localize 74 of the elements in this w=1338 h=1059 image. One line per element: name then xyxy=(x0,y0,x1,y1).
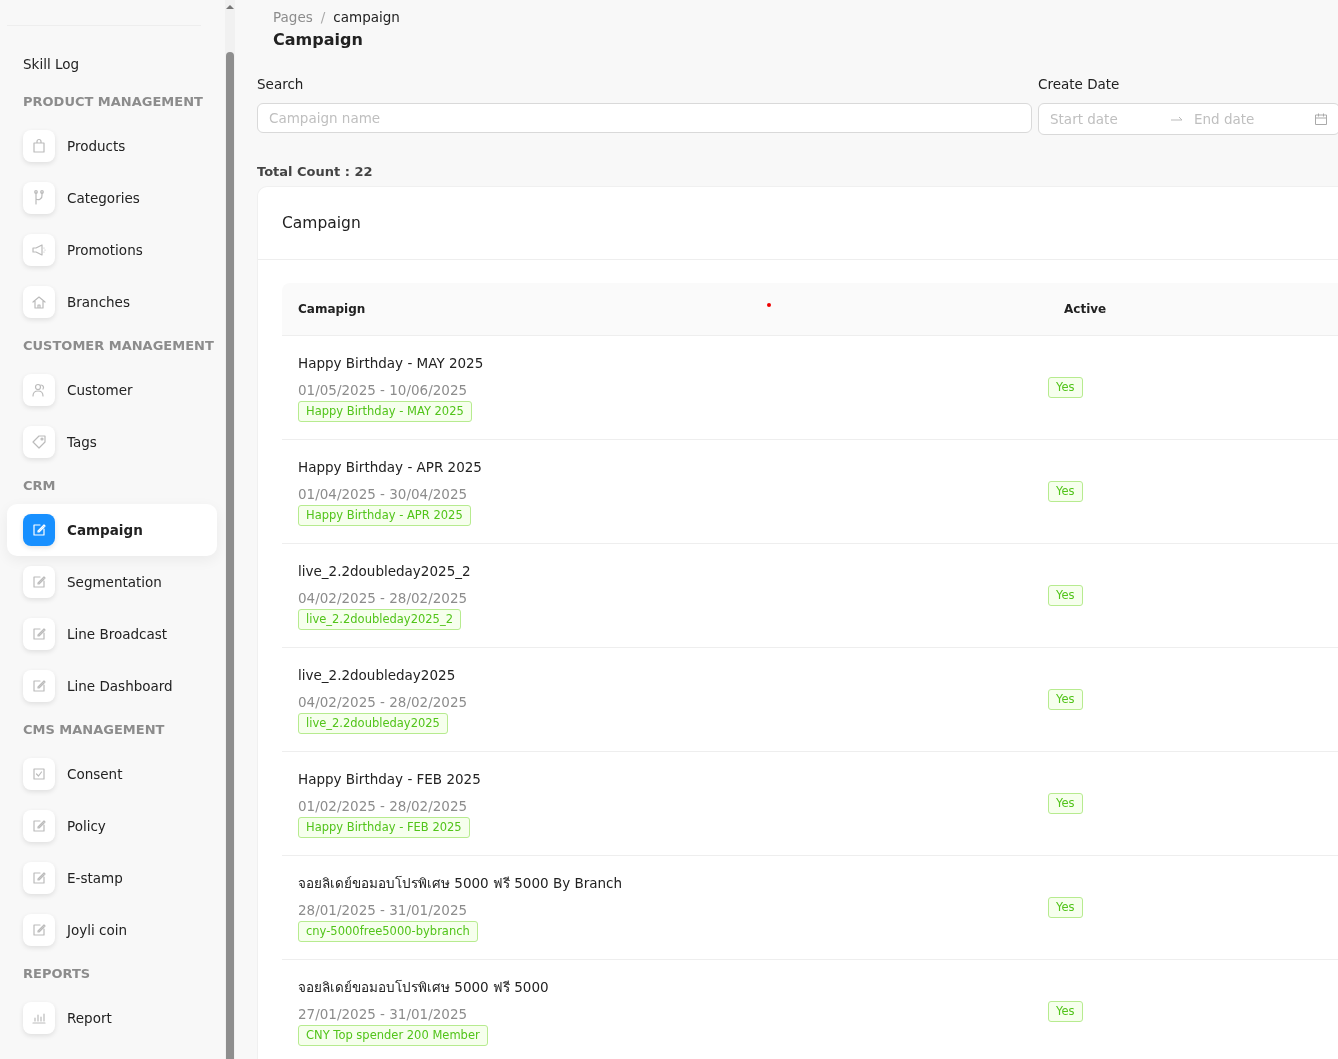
date-range: 28/01/2025 - 31/01/2025 xyxy=(298,901,469,919)
sidebar-item[interactable]: Customer xyxy=(7,364,217,416)
active-tag: Yes xyxy=(1048,585,1083,606)
campaign-name: live_2.2doubleday2025_2 xyxy=(298,562,472,580)
sidebar-item[interactable]: Joyli coin xyxy=(7,904,217,956)
active-tag: Yes xyxy=(1048,481,1083,502)
edit-icon xyxy=(30,521,48,539)
sidebar-item[interactable]: Categories xyxy=(7,172,217,224)
campaign-tag: Happy Birthday - FEB 2025 xyxy=(298,817,470,838)
campaign-tag: Happy Birthday - APR 2025 xyxy=(298,505,471,526)
campaign-name: Happy Birthday - FEB 2025 xyxy=(298,770,482,788)
section-heading: REPORTS xyxy=(22,965,92,983)
section-heading: CRM xyxy=(22,477,57,495)
edit-icon xyxy=(30,869,48,887)
sidebar-item[interactable]: Tags xyxy=(7,416,217,468)
sidebar-item[interactable]: Line Dashboard xyxy=(7,660,217,712)
date-range: 01/05/2025 - 10/06/2025 xyxy=(298,381,469,399)
active-tag: Yes xyxy=(1048,793,1083,814)
sidebar-item[interactable]: Report xyxy=(7,992,217,1044)
date-range: 04/02/2025 - 28/02/2025 xyxy=(298,693,469,711)
campaign-name: Happy Birthday - MAY 2025 xyxy=(298,354,485,372)
active-tag: Yes xyxy=(1048,1001,1083,1022)
campaign-name: จอยลิเดย์ขอมอบโปรพิเศษ 5000 ฟรี 5000 xyxy=(298,978,550,996)
card-title: Campaign xyxy=(282,214,361,232)
tag-icon xyxy=(30,433,48,451)
date-range: 01/02/2025 - 28/02/2025 xyxy=(298,797,469,815)
scroll-up-icon[interactable] xyxy=(225,4,235,10)
field-label: Search xyxy=(257,76,305,92)
page-title: Campaign xyxy=(273,29,364,51)
edit-icon xyxy=(30,921,48,939)
column-header: Camapign xyxy=(298,302,366,316)
active-tag: Yes xyxy=(1048,377,1083,398)
sidebar-item[interactable]: Branches xyxy=(7,276,217,328)
campaign-tag: CNY Top spender 200 Member xyxy=(298,1025,488,1046)
sidebar-item[interactable]: Line Broadcast xyxy=(7,608,217,660)
calendar-icon xyxy=(1314,112,1328,126)
bag-icon xyxy=(30,137,48,155)
sidebar-item[interactable]: E-stamp xyxy=(7,852,217,904)
edit-icon xyxy=(30,677,48,695)
sidebar-item[interactable]: Policy xyxy=(7,800,217,852)
campaign-name: live_2.2doubleday2025 xyxy=(298,666,457,684)
campaign-name: จอยลิเดย์ขอมอบโปรพิเศษ 5000 ฟรี 5000 By Branch xyxy=(298,874,624,892)
sidebar-item[interactable]: Products xyxy=(7,120,217,172)
date-range: 27/01/2025 - 31/01/2025 xyxy=(298,1005,469,1023)
date-range: 04/02/2025 - 28/02/2025 xyxy=(298,589,469,607)
field-label: Create Date xyxy=(1038,76,1121,92)
active-tag: Yes xyxy=(1048,689,1083,710)
breadcrumb-separator: / xyxy=(320,8,326,26)
campaign-tag: cny-5000free5000-bybranch xyxy=(298,921,478,942)
edit-icon xyxy=(30,573,48,591)
campaign-name: Happy Birthday - APR 2025 xyxy=(298,458,483,476)
sidebar-item[interactable]: Consent xyxy=(7,748,217,800)
date-range-field[interactable]: Start date End date xyxy=(1038,103,1338,135)
section-heading: CMS MANAGEMENT xyxy=(22,721,166,739)
edit-icon xyxy=(30,817,48,835)
section-heading: CUSTOMER MANAGEMENT xyxy=(22,337,215,355)
sidebar-item[interactable]: Campaign xyxy=(7,504,217,556)
sidebar-link[interactable]: Skill Log xyxy=(0,26,225,78)
campaign-tag: live_2.2doubleday2025_2 xyxy=(298,609,461,630)
scrollbar[interactable] xyxy=(225,0,235,1059)
column-header: Active xyxy=(1064,302,1107,316)
marker-dot xyxy=(767,303,771,307)
section-heading: PRODUCT MANAGEMENT xyxy=(22,93,204,111)
breadcrumb-current: campaign xyxy=(333,8,400,26)
edit-icon xyxy=(30,625,48,643)
sidebar-item[interactable]: Promotions xyxy=(7,224,217,276)
checkbox-icon xyxy=(30,765,48,783)
campaign-tag: Happy Birthday - MAY 2025 xyxy=(298,401,472,422)
date-range: 01/04/2025 - 30/04/2025 xyxy=(298,485,469,503)
total-count: Total Count : 22 xyxy=(257,163,374,181)
active-tag: Yes xyxy=(1048,897,1083,918)
campaign-tag: live_2.2doubleday2025 xyxy=(298,713,448,734)
sidebar-item[interactable]: Segmentation xyxy=(7,556,217,608)
search-field[interactable]: Campaign name xyxy=(257,103,1032,133)
